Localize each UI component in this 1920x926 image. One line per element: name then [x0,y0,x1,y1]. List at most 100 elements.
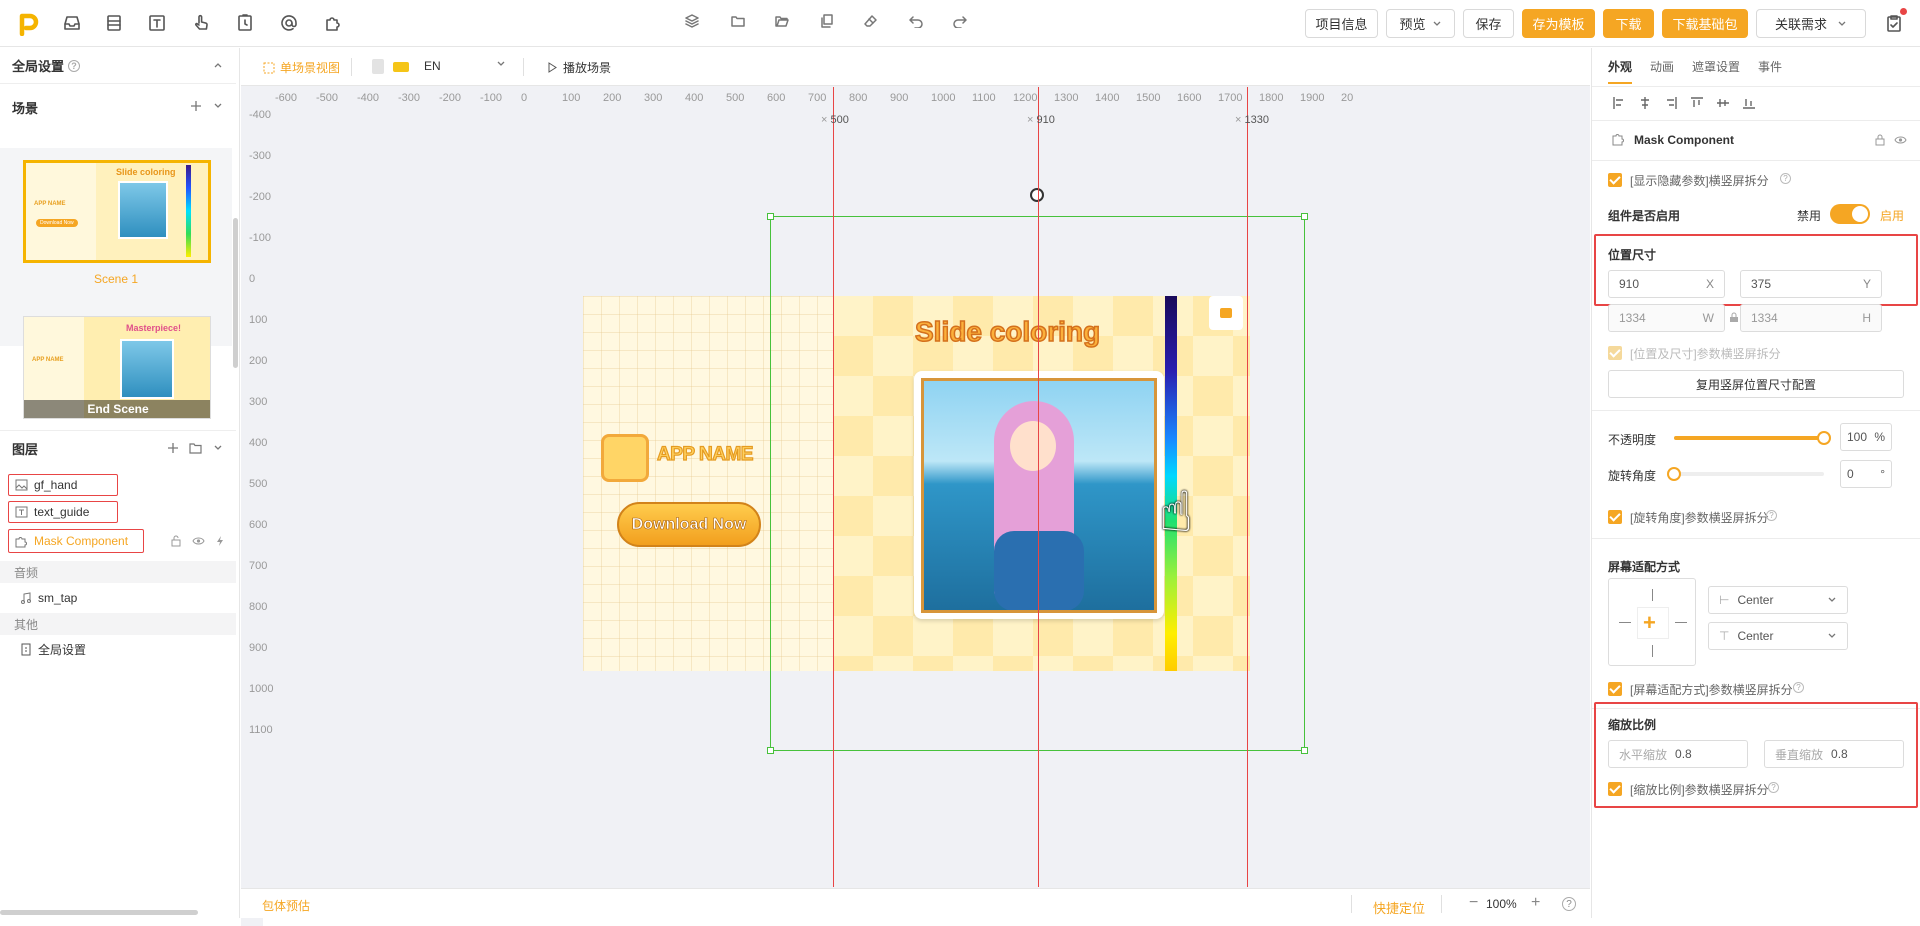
help-icon[interactable]: ? [1780,173,1791,184]
scene-list-scrollbar[interactable] [233,218,238,368]
hand-pointer-icon[interactable] [192,14,210,32]
rotation-input[interactable]: 0 ° [1840,460,1892,488]
play-scene-button[interactable]: 播放场景 [547,59,611,76]
tab-events[interactable]: 事件 [1758,58,1782,75]
help-icon[interactable]: ? [1562,897,1576,911]
zoom-out-button[interactable]: − [1469,894,1478,912]
align-center-h-icon[interactable] [1638,96,1652,110]
logo-icon[interactable] [18,12,40,36]
download-base-button[interactable]: 下载基础包 [1662,9,1748,38]
enabled-toggle[interactable] [1830,204,1870,224]
scene-thumbnail-2[interactable]: Masterpiece! APP NAME End Scene [23,316,211,419]
eraser-icon[interactable] [864,14,878,28]
opacity-input[interactable]: 100% [1840,423,1892,451]
undo-icon[interactable] [909,14,923,28]
h-scale-input[interactable]: 水平缩放 0.8 [1608,740,1748,768]
guide-label[interactable]: × 1330 [1235,114,1269,126]
w-input[interactable]: 1334 W [1608,304,1725,332]
unlock-icon[interactable] [170,535,182,547]
guide-line[interactable] [833,87,834,887]
resize-handle[interactable] [1301,213,1308,220]
stack-icon[interactable] [685,14,699,28]
bg-swatch-gray[interactable] [372,59,384,74]
rotate-handle[interactable] [1030,188,1044,202]
zoom-in-button[interactable]: + [1531,894,1540,912]
quick-locate-button[interactable]: 快捷定位 [1373,898,1425,917]
h-input[interactable]: 1334 H [1740,304,1882,332]
chevron-down-icon[interactable] [212,100,224,112]
chevron-up-icon[interactable] [212,59,224,71]
aspect-lock-icon[interactable] [1729,312,1739,323]
pos-split-checkbox[interactable] [1608,346,1622,360]
align-left-icon[interactable] [1612,96,1626,110]
task-clipboard-icon[interactable] [1885,8,1907,32]
layer-item[interactable]: gf_hand [8,474,118,496]
show-hidden-checkbox[interactable] [1608,173,1622,187]
folder-icon[interactable] [731,14,745,28]
resize-handle[interactable] [767,747,774,754]
anchor-grid[interactable]: + [1608,578,1696,666]
fit-split-checkbox[interactable] [1608,682,1622,696]
copy-icon[interactable] [820,14,834,28]
other-item[interactable]: 全局设置 [14,638,86,660]
align-center-v-icon[interactable] [1716,96,1730,110]
package-estimate-link[interactable]: 包体预估 [262,897,310,914]
layers-stack-icon[interactable] [105,14,123,32]
language-select[interactable]: EN [424,59,506,73]
opacity-slider[interactable] [1674,431,1831,445]
link-demand-dropdown[interactable]: 关联需求 [1756,9,1866,38]
h-align-select[interactable]: ⊢ Center [1708,586,1848,614]
add-icon[interactable] [190,100,202,112]
puzzle-icon[interactable] [324,14,342,32]
download-button[interactable]: 下载 [1603,9,1654,38]
chevron-down-icon[interactable] [212,442,224,454]
rot-split-checkbox[interactable] [1608,510,1622,524]
folder-icon[interactable] [189,442,202,454]
layer-item-active[interactable]: Mask Component [8,529,144,553]
y-input[interactable]: 375 Y [1740,270,1882,298]
timer-icon[interactable] [236,14,254,32]
horizontal-scrollbar[interactable] [0,910,198,915]
align-right-icon[interactable] [1664,96,1678,110]
v-scale-input[interactable]: 垂直缩放 0.8 [1764,740,1904,768]
anchor-center-plus[interactable]: + [1643,609,1656,637]
global-settings-header[interactable]: 全局设置 ? [0,48,236,84]
align-bottom-icon[interactable] [1742,96,1756,110]
tab-animation[interactable]: 动画 [1650,58,1674,75]
guide-label[interactable]: × 500 [821,114,849,126]
text-icon[interactable] [148,14,166,32]
eye-icon[interactable] [192,535,205,547]
preview-dropdown[interactable]: 预览 [1386,9,1455,38]
tab-appearance[interactable]: 外观 [1608,58,1632,75]
opacity-slider-knob[interactable] [1817,431,1831,445]
project-info-button[interactable]: 项目信息 [1305,9,1378,38]
at-icon[interactable] [280,14,298,32]
add-icon[interactable] [167,442,179,454]
save-button[interactable]: 保存 [1463,9,1514,38]
help-icon[interactable]: ? [68,59,81,72]
align-top-icon[interactable] [1690,96,1704,110]
folder-open-icon[interactable] [775,14,789,28]
v-align-select[interactable]: ⊤ Center [1708,622,1848,650]
x-input[interactable]: 910 X [1608,270,1725,298]
inbox-icon[interactable] [63,14,81,32]
help-icon[interactable]: ? [1766,510,1777,521]
tab-mask-settings[interactable]: 遮罩设置 [1692,58,1740,75]
download-now-button[interactable]: Download Now [617,502,761,547]
redo-icon[interactable] [953,14,967,28]
lock-icon[interactable] [1874,134,1886,146]
guide-label[interactable]: × 910 [1027,114,1055,126]
bolt-icon[interactable] [215,535,225,547]
resize-handle[interactable] [1301,747,1308,754]
save-template-button[interactable]: 存为模板 [1522,9,1595,38]
help-icon[interactable]: ? [1768,782,1779,793]
layer-item[interactable]: text_guide [8,501,118,523]
resize-handle[interactable] [767,213,774,220]
eye-icon[interactable] [1894,134,1907,146]
scene-thumbnail-1[interactable]: Slide coloring APP NAME Download Now [23,160,211,263]
reuse-config-button[interactable]: 复用竖屏位置尺寸配置 [1608,370,1904,398]
scale-split-checkbox[interactable] [1608,782,1622,796]
guide-line[interactable] [1247,87,1248,887]
bg-swatch-yellow[interactable] [393,62,409,72]
help-icon[interactable]: ? [1793,682,1804,693]
